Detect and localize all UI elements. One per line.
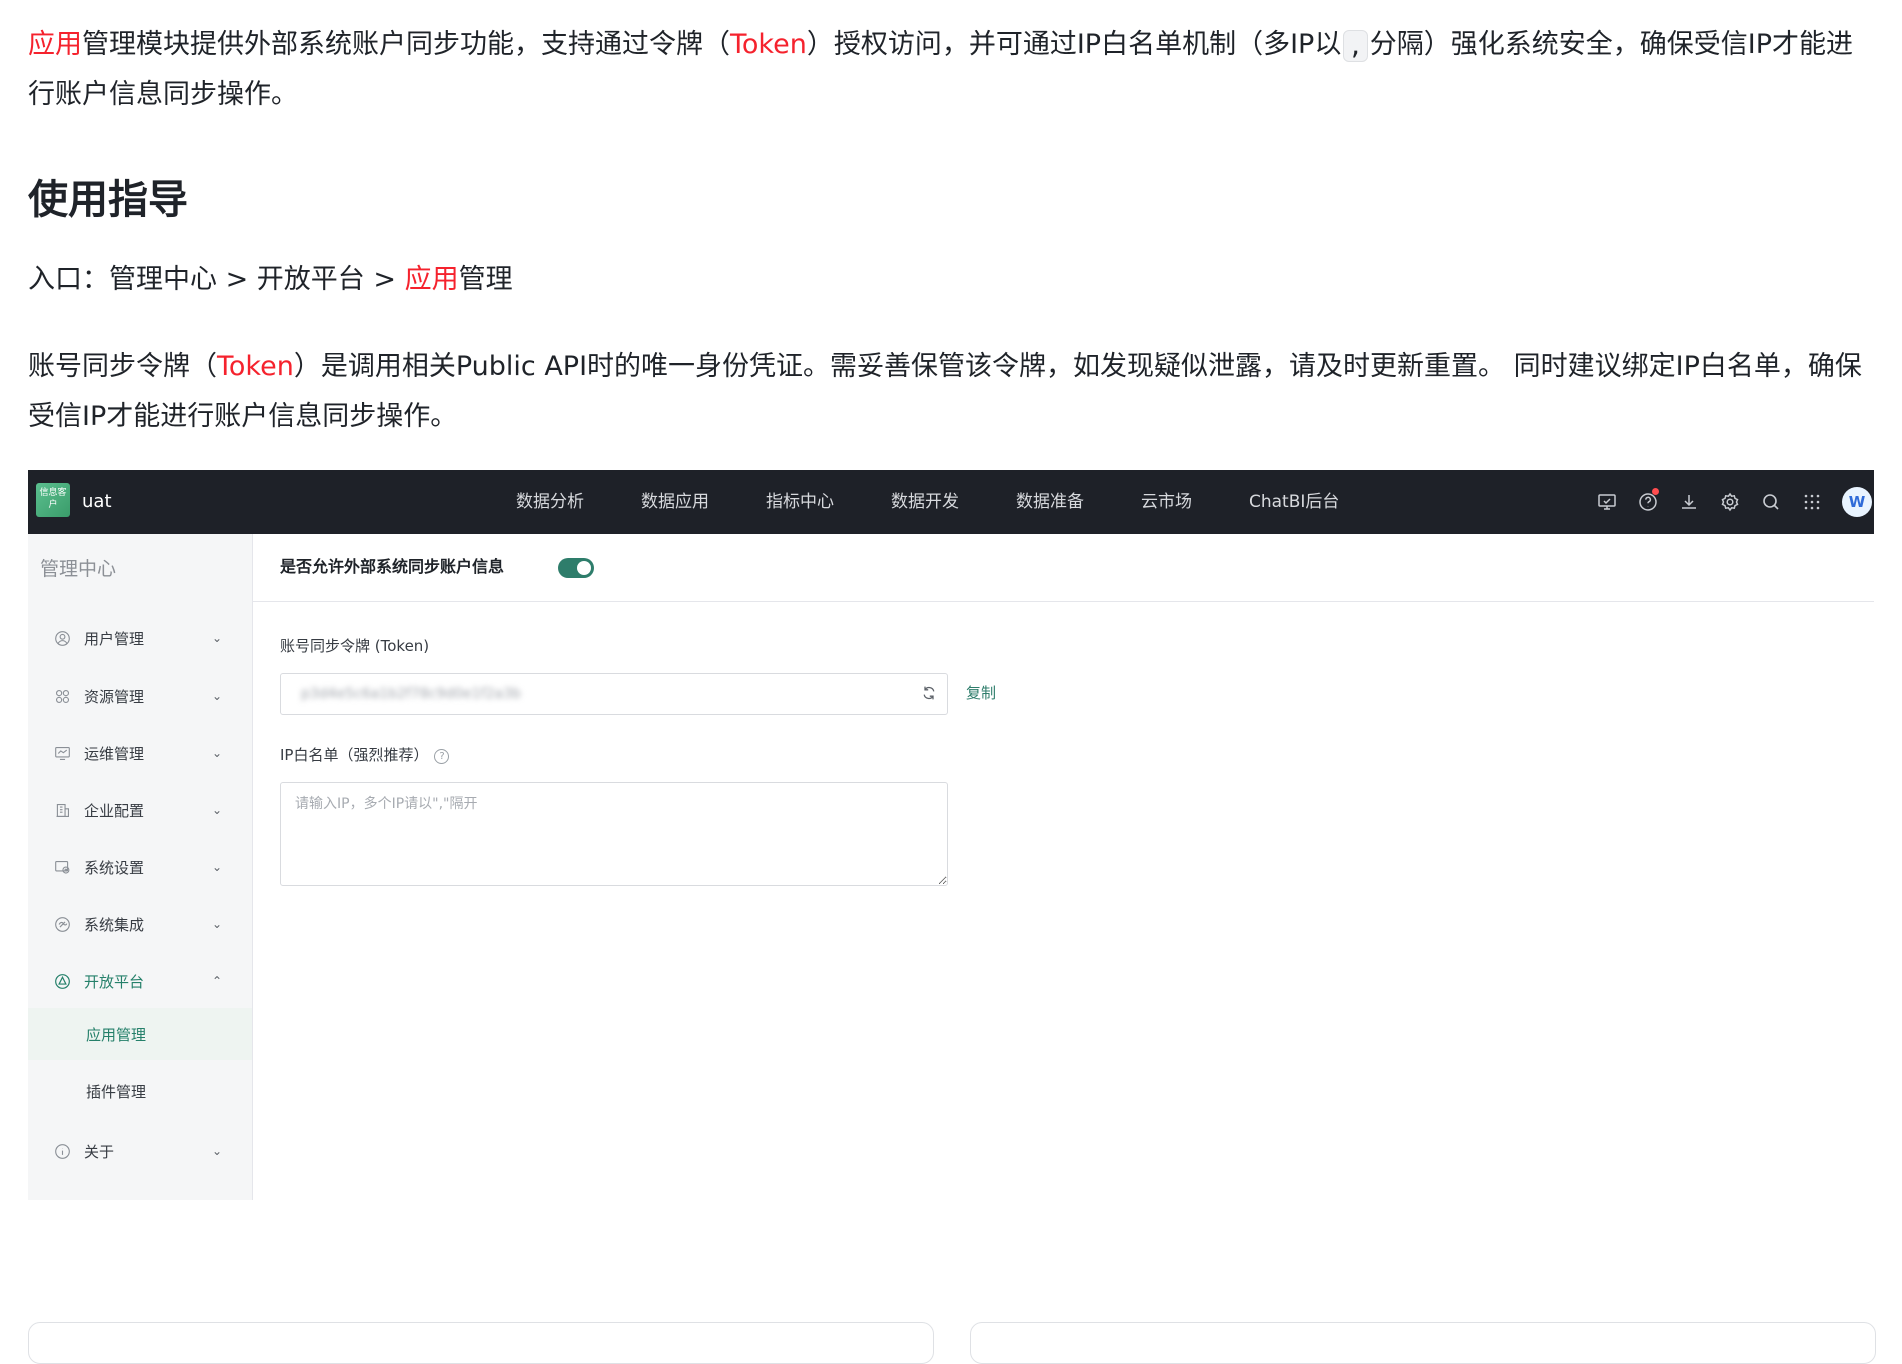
sidebar-item-label: 运维管理 [84, 744, 145, 763]
nav-item-metrics-center[interactable]: 指标中心 [766, 470, 834, 534]
chevron-down-icon: ⌄ [211, 1144, 223, 1158]
info-icon [52, 1141, 72, 1161]
apps-grid-icon[interactable] [1791, 470, 1832, 534]
entry-path: 入口：管理中心 > 开放平台 > 应用管理 [28, 255, 1876, 305]
avatar[interactable]: W [1842, 487, 1872, 517]
refresh-icon[interactable] [921, 685, 937, 701]
token-label: 账号同步令牌 (Token) [280, 637, 430, 655]
embedded-screenshot: 信息客户 uat 数据分析 数据应用 指标中心 数据开发 数据准备 云市场 Ch… [28, 470, 1874, 1200]
inline-code-separator: , [1343, 29, 1368, 62]
token-value: p3d4e5c6a1b2f78c9d0e1f2a3b [301, 686, 521, 702]
sidebar-item-system-integration[interactable]: 系统集成 ⌄ [28, 904, 252, 944]
ip-whitelist-label-row: IP白名单（强烈推荐）? [280, 743, 450, 767]
monitor-icon[interactable] [1586, 470, 1627, 534]
sidebar-title: 管理中心 [40, 558, 117, 580]
intro-text-1: 管理模块提供外部系统账户同步功能，支持通过令牌（ [82, 29, 730, 60]
intro-text-2: ）授权访问，并可通过IP白名单机制（多IP以 [806, 29, 1342, 60]
chevron-up-icon: ⌃ [211, 974, 223, 988]
nav-item-data-preparation[interactable]: 数据准备 [1016, 470, 1084, 534]
token-text-2: ）是调用相关Public API时的唯一身份凭证。需妥善保管该令牌，如发现疑似泄… [28, 351, 1862, 432]
sync-switch-label: 是否允许外部系统同步账户信息 [280, 557, 505, 576]
sidebar-subitem-label: 插件管理 [86, 1082, 147, 1101]
nav-item-chatbi-admin[interactable]: ChatBI后台 [1249, 470, 1339, 534]
sidebar-item-label: 用户管理 [84, 629, 145, 648]
chevron-down-icon: ⌄ [211, 860, 223, 874]
app-logo[interactable]: 信息客户 [36, 483, 70, 517]
integration-icon [52, 914, 72, 934]
search-icon[interactable] [1750, 470, 1791, 534]
main-content: 是否允许外部系统同步账户信息 账号同步令牌 (Token) p3d4e5c6a1… [253, 534, 1874, 1200]
resource-icon [52, 686, 72, 706]
nav-item-data-development[interactable]: 数据开发 [891, 470, 959, 534]
section-heading: 使用指导 [28, 177, 188, 223]
chevron-down-icon: ⌄ [211, 689, 223, 703]
nav-item-cloud-market[interactable]: 云市场 [1141, 470, 1192, 534]
admin-sidebar: 管理中心 用户管理 ⌄ 资源管理 ⌄ 运维管理 ⌄ 企业配置 ⌄ 系统设置 ⌄ [28, 534, 253, 1200]
sidebar-item-enterprise-config[interactable]: 企业配置 ⌄ [28, 790, 252, 830]
entry-prefix: 入口：管理中心 > 开放平台 > [28, 264, 405, 295]
sidebar-item-label: 系统集成 [84, 915, 145, 934]
bottom-card-left [28, 1322, 934, 1364]
bottom-card-right [970, 1322, 1876, 1364]
question-icon[interactable]: ? [434, 749, 450, 764]
intro-paragraph: 应用管理模块提供外部系统账户同步功能，支持通过令牌（Token）授权访问，并可通… [28, 20, 1876, 120]
ip-whitelist-input[interactable] [280, 782, 948, 886]
sidebar-item-ops-management[interactable]: 运维管理 ⌄ [28, 733, 252, 773]
top-navigation-bar: 信息客户 uat 数据分析 数据应用 指标中心 数据开发 数据准备 云市场 Ch… [28, 470, 1874, 534]
top-icon-group: W [1586, 470, 1874, 534]
ip-whitelist-label: IP白名单（强烈推荐） [280, 746, 429, 764]
sync-toggle[interactable] [558, 558, 594, 578]
sidebar-item-label: 开放平台 [84, 972, 145, 991]
token-paragraph: 账号同步令牌（Token）是调用相关Public API时的唯一身份凭证。需妥善… [28, 342, 1876, 442]
building-icon [52, 800, 72, 820]
sync-switch-row: 是否允许外部系统同步账户信息 [253, 534, 1874, 602]
sidebar-item-about[interactable]: 关于 ⌄ [28, 1131, 252, 1171]
user-icon [52, 628, 72, 648]
chevron-down-icon: ⌄ [211, 746, 223, 760]
sidebar-item-label: 关于 [84, 1142, 115, 1161]
main-nav: 数据分析 数据应用 指标中心 数据开发 数据准备 云市场 ChatBI后台 [516, 470, 1396, 534]
download-icon[interactable] [1668, 470, 1709, 534]
sidebar-item-system-settings[interactable]: 系统设置 ⌄ [28, 847, 252, 887]
system-settings-icon [52, 857, 72, 877]
ops-icon [52, 743, 72, 763]
intro-highlight-token: Token [730, 29, 807, 60]
nav-item-data-analysis[interactable]: 数据分析 [516, 470, 584, 534]
entry-suffix: 管理 [458, 264, 513, 295]
sidebar-subitem-label: 应用管理 [86, 1025, 147, 1044]
token-field[interactable]: p3d4e5c6a1b2f78c9d0e1f2a3b [280, 673, 948, 715]
chevron-down-icon: ⌄ [211, 631, 223, 645]
settings-icon[interactable] [1709, 470, 1750, 534]
sidebar-item-label: 系统设置 [84, 858, 145, 877]
toggle-knob [577, 561, 591, 575]
token-text-1: 账号同步令牌（ [28, 351, 217, 382]
notification-dot [1652, 488, 1659, 495]
entry-highlight: 应用 [404, 264, 459, 295]
token-highlight: Token [217, 351, 294, 382]
nav-item-data-application[interactable]: 数据应用 [641, 470, 709, 534]
chevron-down-icon: ⌄ [211, 917, 223, 931]
copy-link[interactable]: 复制 [966, 681, 996, 705]
sidebar-subitem-app-management[interactable]: 应用管理 [28, 1008, 252, 1060]
sidebar-item-open-platform[interactable]: 开放平台 ⌃ [28, 961, 252, 1001]
sidebar-item-user-management[interactable]: 用户管理 ⌄ [28, 618, 252, 658]
sidebar-item-resource-management[interactable]: 资源管理 ⌄ [28, 676, 252, 716]
chevron-down-icon: ⌄ [211, 803, 223, 817]
sidebar-item-label: 资源管理 [84, 687, 145, 706]
intro-highlight-app: 应用 [28, 29, 82, 60]
help-icon[interactable] [1627, 470, 1668, 534]
open-platform-icon [52, 971, 72, 991]
sidebar-item-label: 企业配置 [84, 801, 145, 820]
sidebar-subitem-plugin-management[interactable]: 插件管理 [28, 1065, 252, 1117]
brand-name: uat [82, 491, 112, 512]
